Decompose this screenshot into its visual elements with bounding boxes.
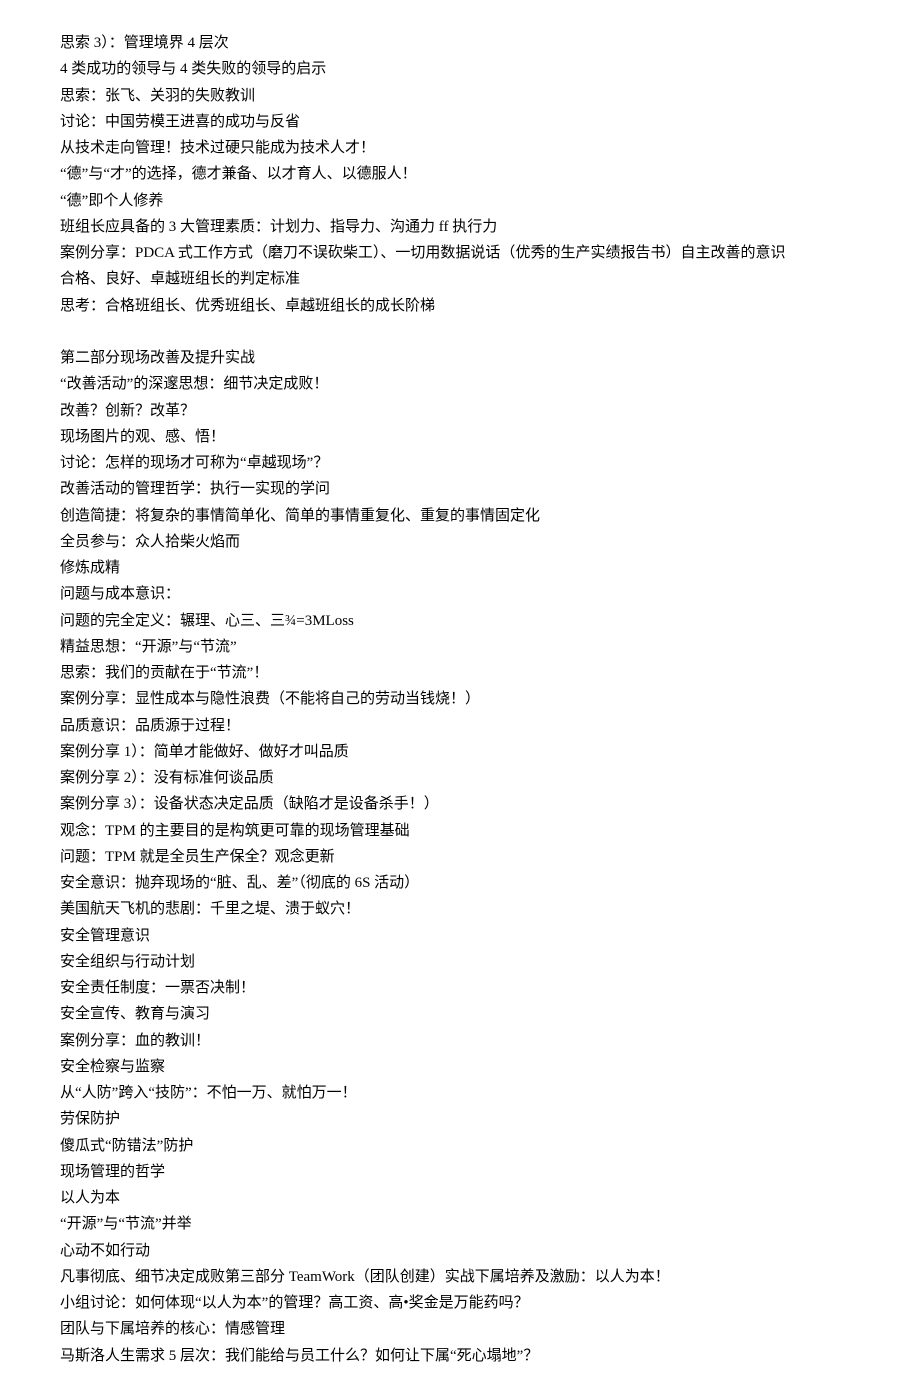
- text-line: 案例分享 1）：简单才能做好、做好才叫品质: [60, 739, 860, 765]
- text-line: 讨论：中国劳模王进喜的成功与反省: [60, 109, 860, 135]
- text-line: 以人为本: [60, 1185, 860, 1211]
- text-line: “改善活动”的深邃思想：细节决定成败！: [60, 371, 860, 397]
- text-line: 思索 3）：管理境界 4 层次: [60, 30, 860, 56]
- text-line: 安全意识：抛弃现场的“脏、乱、差”（彻底的 6S 活动）: [60, 870, 860, 896]
- text-line: 第二部分现场改善及提升实战: [60, 345, 860, 371]
- text-line: 凡事彻底、细节决定成败第三部分 TeamWork（团队创建）实战下属培养及激励：…: [60, 1264, 860, 1290]
- text-line: 合格、良好、卓越班组长的判定标准: [60, 266, 860, 292]
- text-line: 案例分享：显性成本与隐性浪费（不能将自己的劳动当钱烧！）: [60, 686, 860, 712]
- text-line: 全员参与：众人拾柴火焰而: [60, 529, 860, 555]
- text-line: 案例分享 3）：设备状态决定品质（缺陷才是设备杀手！）: [60, 791, 860, 817]
- text-line: 团队与下属培养的核心：情感管理: [60, 1316, 860, 1342]
- text-line: “德”与“才”的选择，德才兼备、以才育人、以德服人！: [60, 161, 860, 187]
- text-line: 案例分享 2）：没有标准何谈品质: [60, 765, 860, 791]
- text-line: 创造简捷：将复杂的事情简单化、简单的事情重复化、重复的事情固定化: [60, 503, 860, 529]
- text-line: 安全责任制度：一票否决制！: [60, 975, 860, 1001]
- text-line: 改善？创新？改革？: [60, 398, 860, 424]
- text-line: 安全宣传、教育与演习: [60, 1001, 860, 1027]
- text-line: 思考：合格班组长、优秀班组长、卓越班组长的成长阶梯: [60, 293, 860, 319]
- text-line: 4 类成功的领导与 4 类失败的领导的启示: [60, 56, 860, 82]
- text-line: 案例分享：PDCA 式工作方式（磨刀不误砍柴工）、一切用数据说话（优秀的生产实绩…: [60, 240, 860, 266]
- text-line: 心动不如行动: [60, 1238, 860, 1264]
- text-line: 小组讨论：如何体现“以人为本”的管理？高工资、高•奖金是万能药吗？: [60, 1290, 860, 1316]
- text-line: 劳保防护: [60, 1106, 860, 1132]
- text-line: 安全组织与行动计划: [60, 949, 860, 975]
- text-line: 讨论：怎样的现场才可称为“卓越现场”？: [60, 450, 860, 476]
- text-line: 案例分享：血的教训！: [60, 1028, 860, 1054]
- text-line: 马斯洛人生需求 5 层次：我们能给与员工什么？如何让下属“死心塌地”？: [60, 1343, 860, 1369]
- text-line: [60, 319, 860, 345]
- text-line: 现场管理的哲学: [60, 1159, 860, 1185]
- text-line: 改善活动的管理哲学：执行一实现的学问: [60, 476, 860, 502]
- text-line: 班组长应具备的 3 大管理素质：计划力、指导力、沟通力 ff 执行力: [60, 214, 860, 240]
- text-line: “德”即个人修养: [60, 188, 860, 214]
- text-line: 从“人防”跨入“技防”：不怕一万、就怕万一！: [60, 1080, 860, 1106]
- text-line: 品质意识：品质源于过程！: [60, 713, 860, 739]
- document-body: 思索 3）：管理境界 4 层次4 类成功的领导与 4 类失败的领导的启示思索：张…: [60, 30, 860, 1369]
- text-line: 从技术走向管理！技术过硬只能成为技术人才！: [60, 135, 860, 161]
- text-line: 观念：TPM 的主要目的是构筑更可靠的现场管理基础: [60, 818, 860, 844]
- text-line: 美国航天飞机的悲剧：千里之堤、溃于蚁穴！: [60, 896, 860, 922]
- text-line: 修炼成精: [60, 555, 860, 581]
- text-line: 安全检察与监察: [60, 1054, 860, 1080]
- text-line: 思索：张飞、关羽的失败教训: [60, 83, 860, 109]
- text-line: 问题：TPM 就是全员生产保全？观念更新: [60, 844, 860, 870]
- text-line: 精益思想：“开源”与“节流”: [60, 634, 860, 660]
- text-line: 问题与成本意识：: [60, 581, 860, 607]
- text-line: 现场图片的观、感、悟！: [60, 424, 860, 450]
- text-line: 思索：我们的贡献在于“节流”！: [60, 660, 860, 686]
- text-line: 傻瓜式“防错法”防护: [60, 1133, 860, 1159]
- text-line: 安全管理意识: [60, 923, 860, 949]
- text-line: “开源”与“节流”并举: [60, 1211, 860, 1237]
- text-line: 问题的完全定义：辗理、心三、三¾=3MLoss: [60, 608, 860, 634]
